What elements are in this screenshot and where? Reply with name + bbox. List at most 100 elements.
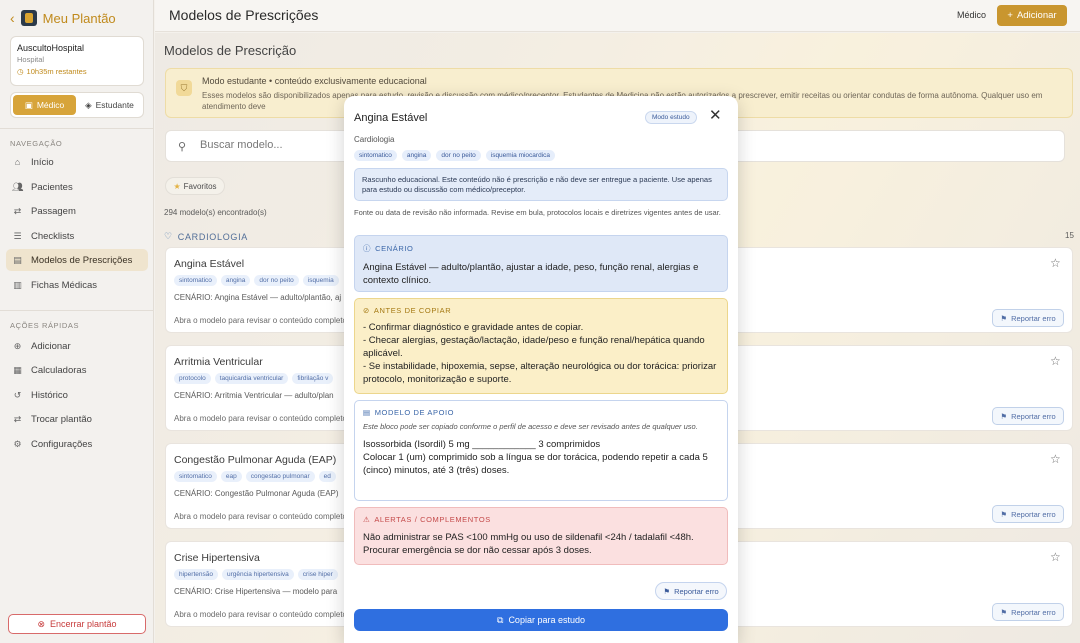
- sidebar-item-label: Checklists: [31, 230, 75, 242]
- modal-specialty: Cardiologia: [354, 135, 395, 144]
- model-line: Colocar 1 (um) comprimido sob a língua s…: [363, 452, 708, 476]
- close-icon[interactable]: ✕: [709, 108, 722, 123]
- role-switch: ▣ Médico ◈ Estudante: [10, 92, 144, 118]
- current-role: Médico: [957, 10, 987, 20]
- sidebar-item-pacientes[interactable]: 👥︎ Pacientes: [6, 176, 148, 198]
- modal-report-error-button[interactable]: ⚑ Reportar erro: [655, 582, 727, 600]
- alerts-text: Não administrar se PAS <100 mmHg ou uso …: [363, 532, 694, 556]
- alerts-heading: ⚠ ALERTAS / COMPLEMENTOS: [363, 515, 719, 524]
- nav-section-title: NAVEGAÇÃO: [10, 139, 63, 148]
- checklist-icon: ☰: [13, 230, 22, 241]
- sidebar-item-fichas[interactable]: ▥ Fichas Médicas: [6, 274, 148, 296]
- role-estudante-label: Estudante: [95, 100, 134, 110]
- alerts-heading-text: ALERTAS / COMPLEMENTOS: [374, 515, 491, 524]
- model-detail-modal: Angina Estável Modo estudo ✕ Cardiologia…: [344, 96, 738, 643]
- shift-remaining-text: 10h35m restantes: [26, 67, 87, 76]
- sidebar-item-label: Passagem: [31, 205, 76, 217]
- gear-icon: ⚙: [13, 438, 22, 449]
- flag-icon: ⚑: [663, 586, 671, 596]
- report-label: Reportar erro: [674, 586, 719, 596]
- add-button[interactable]: + Adicionar: [997, 5, 1067, 26]
- sidebar-item-label: Modelos de Prescrições: [31, 254, 133, 266]
- source-notice: Fonte ou data de revisão não informada. …: [354, 208, 721, 217]
- study-mode-badge: Modo estudo: [645, 111, 697, 124]
- copy-for-study-button[interactable]: ⧉ Copiar para estudo: [354, 609, 728, 631]
- role-estudante-button[interactable]: ◈ Estudante: [78, 95, 141, 115]
- users-icon: 👥︎: [12, 181, 24, 192]
- hospital-card[interactable]: AuscultoHospital Hospital ◷ 10h35m restan…: [10, 36, 144, 86]
- before-copy-heading: ⊘ ANTES DE COPIAR: [363, 306, 719, 315]
- warning-icon: ⚠: [363, 515, 371, 524]
- swap-icon: ⇄: [13, 205, 22, 216]
- scenario-box: ⓘ CENÁRIO Angina Estável — adulto/plantão…: [354, 235, 728, 292]
- brand-name: Meu Plantão: [42, 10, 116, 26]
- model-heading: ▤ MODELO DE APOIO: [363, 408, 719, 417]
- sidebar-item-modelos[interactable]: ▤ Modelos de Prescrições: [6, 249, 148, 271]
- tag: isquemia miocardica: [485, 150, 555, 161]
- sidebar-item-label: Configurações: [31, 438, 93, 450]
- plus-circle-icon: ⊕: [13, 340, 22, 351]
- copy-button-label: Copiar para estudo: [508, 615, 585, 625]
- before-copy-line: - Checar alergias, gestação/lactação, id…: [363, 335, 705, 359]
- sidebar-item-label: Calculadoras: [31, 364, 87, 376]
- sidebar-item-adicionar[interactable]: ⊕ Adicionar: [6, 335, 148, 357]
- tag: dor no peito: [436, 150, 481, 161]
- before-copy-line: - Se instabilidade, hipoxemia, sepse, al…: [363, 361, 717, 385]
- end-shift-label: Encerrar plantão: [50, 619, 117, 629]
- app-logo-icon: [20, 10, 37, 26]
- calculator-icon: ▦: [13, 364, 22, 375]
- sidebar-item-historico[interactable]: ↺ Histórico: [6, 384, 148, 406]
- shift-remaining: ◷ 10h35m restantes: [17, 67, 137, 76]
- sidebar-item-label: Histórico: [31, 389, 68, 401]
- clipboard-icon: ▤: [363, 408, 371, 417]
- brand[interactable]: ‹ Meu Plantão: [10, 10, 116, 26]
- sidebar-item-passagem[interactable]: ⇄ Passagem: [6, 200, 148, 222]
- modal-title: Angina Estável: [354, 112, 428, 124]
- sidebar-item-checklists[interactable]: ☰ Checklists: [6, 225, 148, 247]
- plus-icon: +: [1007, 10, 1013, 21]
- scenario-heading: ⓘ CENÁRIO: [363, 243, 719, 254]
- add-button-label: Adicionar: [1016, 10, 1057, 21]
- model-box: ▤ MODELO DE APOIO Este bloco pode ser cop…: [354, 400, 728, 501]
- sidebar-item-label: Início: [31, 156, 54, 168]
- stop-circle-icon: ⊗: [37, 618, 45, 629]
- model-line: Isossorbida (Isordil) 5 mg ____________ …: [363, 439, 601, 450]
- document-icon: ▤: [13, 254, 22, 265]
- medical-bag-icon: ▣: [24, 99, 33, 110]
- hospital-name: AuscultoHospital: [17, 43, 85, 53]
- model-note: Este bloco pode ser copiado conforme o p…: [363, 422, 698, 431]
- sidebar-item-label: Fichas Médicas: [31, 279, 97, 291]
- end-shift-button[interactable]: ⊗ Encerrar plantão: [8, 614, 146, 634]
- sidebar-item-calculadoras[interactable]: ▦ Calculadoras: [6, 359, 148, 381]
- graduation-cap-icon: ◈: [85, 99, 92, 110]
- before-copy-box: ⊘ ANTES DE COPIAR - Confirmar diagnóstico…: [354, 298, 728, 394]
- check-circle-icon: ⊘: [363, 306, 370, 315]
- before-copy-heading-text: ANTES DE COPIAR: [373, 306, 452, 315]
- file-icon: ▥: [13, 279, 22, 290]
- divider: [0, 128, 154, 129]
- tag: angina: [401, 150, 432, 161]
- sidebar-item-configuracoes[interactable]: ⚙ Configurações: [6, 433, 148, 455]
- sidebar-item-label: Pacientes: [31, 181, 73, 193]
- alerts-box: ⚠ ALERTAS / COMPLEMENTOS Não administrar …: [354, 507, 728, 565]
- tag: sintomatico: [354, 150, 397, 161]
- back-chevron-icon[interactable]: ‹: [10, 10, 15, 26]
- sidebar-item-inicio[interactable]: ⌂ Início: [6, 151, 148, 173]
- scenario-text: Angina Estável — adulto/plantão, ajustar…: [363, 262, 699, 286]
- page-header-title: Modelos de Prescrições: [169, 7, 319, 23]
- swap-icon: ⇄: [13, 413, 22, 424]
- info-icon: ⓘ: [363, 244, 372, 253]
- clock-icon: ◷: [17, 67, 24, 76]
- before-copy-line: - Confirmar diagnóstico e gravidade ante…: [363, 322, 584, 333]
- history-icon: ↺: [13, 389, 22, 400]
- divider: [0, 310, 154, 311]
- sidebar-item-trocar-plantao[interactable]: ⇄ Trocar plantão: [6, 408, 148, 430]
- modal-tags: sintomatico angina dor no peito isquemia…: [354, 150, 555, 161]
- role-medico-label: Médico: [36, 100, 65, 110]
- copy-icon: ⧉: [497, 614, 504, 625]
- topbar: Modelos de Prescrições Médico + Adicionar: [155, 0, 1080, 32]
- home-icon: ⌂: [14, 157, 21, 167]
- quick-section-title: AÇÕES RÁPIDAS: [10, 321, 80, 330]
- scenario-heading-text: CENÁRIO: [375, 244, 414, 253]
- role-medico-button[interactable]: ▣ Médico: [13, 95, 76, 115]
